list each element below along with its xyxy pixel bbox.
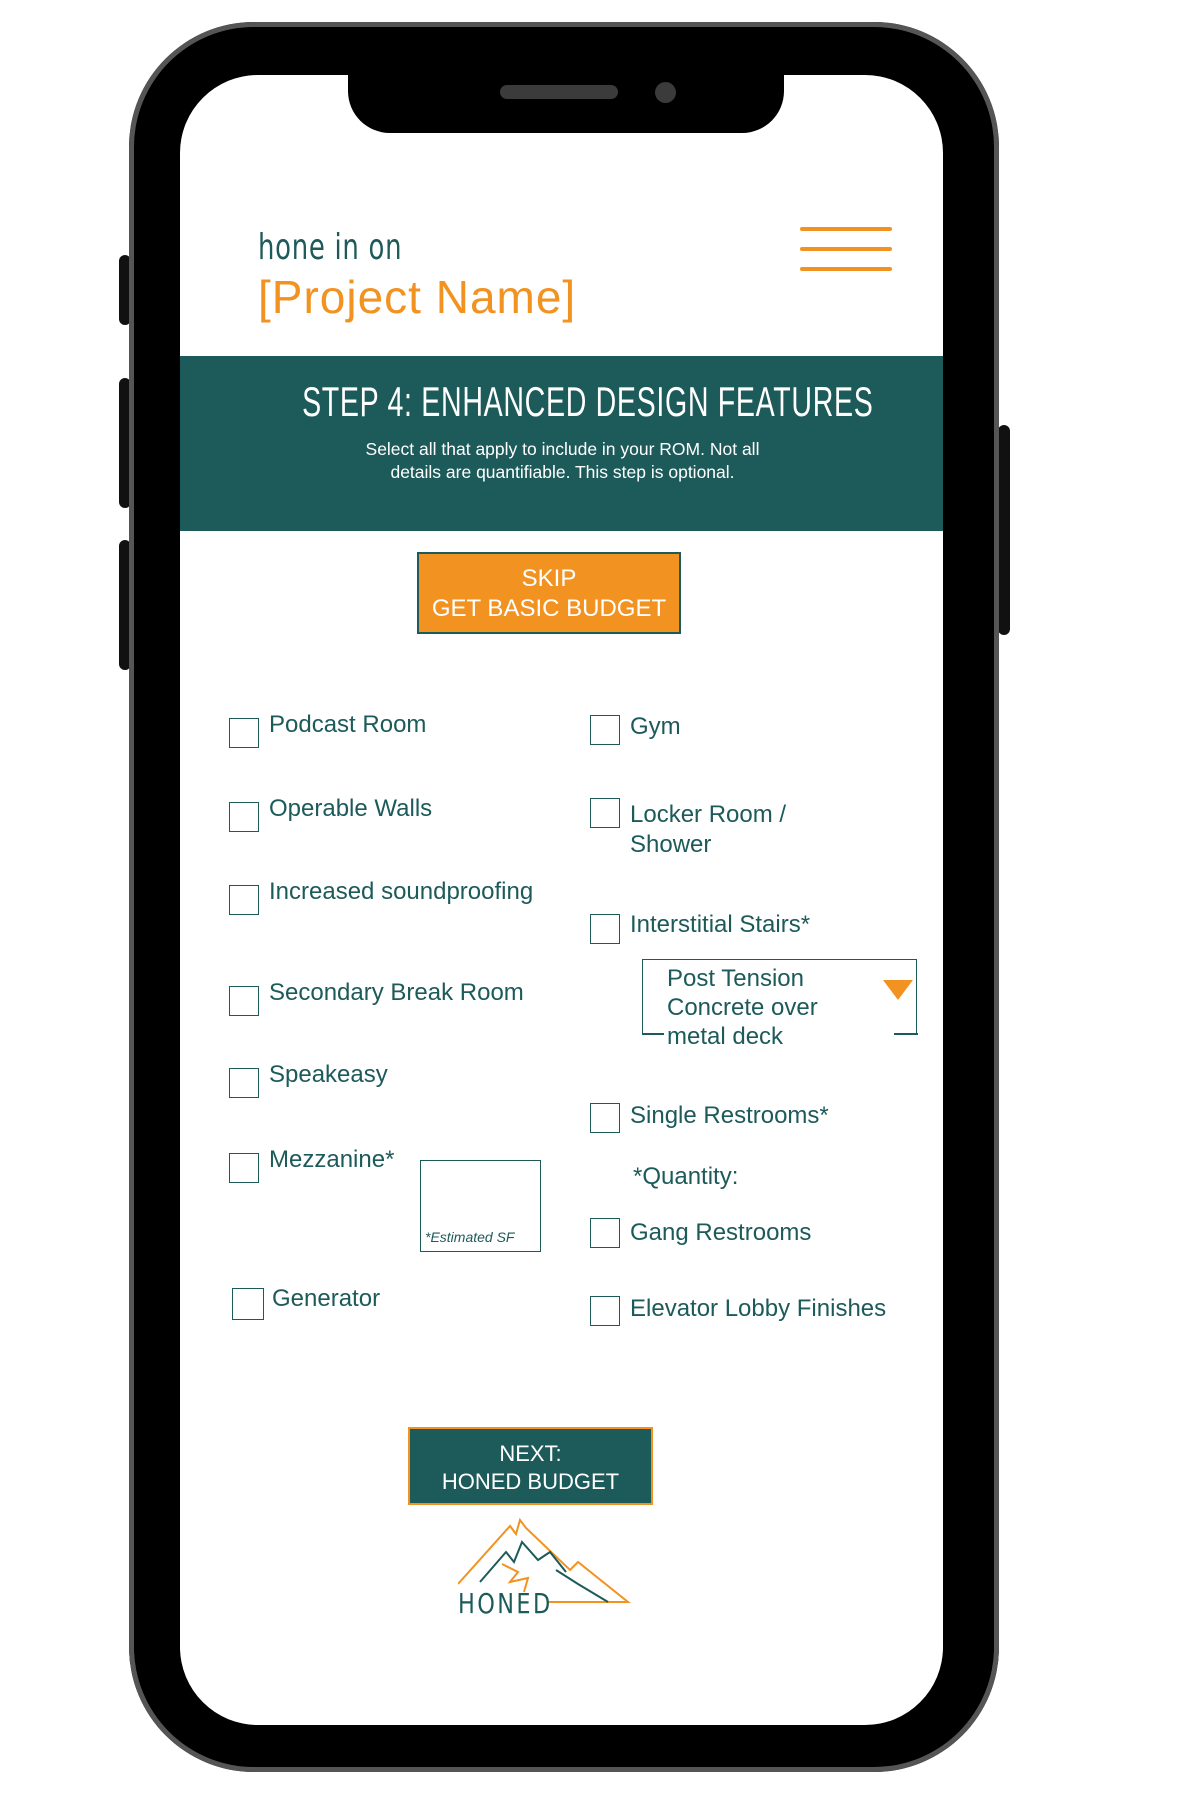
checkbox[interactable] — [229, 718, 259, 748]
dropdown-selected-value: Post Tension Concrete over metal deck — [667, 964, 867, 1051]
power-button — [998, 425, 1010, 635]
checkbox[interactable] — [590, 1296, 620, 1326]
option-label: Mezzanine* — [269, 1146, 395, 1173]
dropdown-arrow-icon — [883, 980, 913, 1000]
mezzanine-sf-input[interactable]: *Estimated SF — [420, 1160, 541, 1252]
front-camera — [655, 82, 676, 103]
checkbox[interactable] — [229, 986, 259, 1016]
option-label: Single Restrooms* — [630, 1102, 829, 1129]
next-button-line1: NEXT: — [499, 1441, 562, 1466]
step-title: STEP 4: ENHANCED DESIGN FEATURES — [302, 378, 874, 425]
skip-button-line2: GET BASIC BUDGET — [431, 595, 667, 622]
option-label: Interstitial Stairs* — [630, 911, 811, 938]
checkbox[interactable] — [229, 802, 259, 832]
next-button-line2: HONED BUDGET — [441, 1469, 620, 1494]
option-label: Secondary Break Room — [269, 979, 524, 1006]
option-label: Elevator Lobby Finishes — [630, 1295, 887, 1322]
option-label: Podcast Room — [269, 711, 427, 738]
checkbox[interactable] — [232, 1288, 264, 1320]
project-name: [Project Name] — [258, 271, 577, 323]
checkbox[interactable] — [590, 914, 620, 944]
option-label: Speakeasy — [269, 1061, 388, 1088]
skip-button-line1: SKIP — [521, 565, 577, 592]
stairs-type-dropdown[interactable]: Post Tension Concrete over metal deck — [641, 959, 918, 1051]
checkbox[interactable] — [590, 715, 620, 745]
checkbox[interactable] — [229, 1068, 259, 1098]
option-label: Generator — [272, 1285, 381, 1312]
checkbox[interactable] — [590, 1103, 620, 1133]
quantity-label: *Quantity: — [633, 1163, 739, 1190]
option-label: Increased soundproofing — [269, 878, 534, 905]
honed-logo-text: HONED — [458, 1587, 553, 1620]
option-label: Locker Room / Shower — [630, 801, 787, 858]
option-label: Gym — [630, 713, 681, 740]
checkbox[interactable] — [590, 798, 620, 828]
app-tagline: hone in on — [258, 227, 403, 268]
checkbox[interactable] — [229, 1153, 259, 1183]
step-banner: STEP 4: ENHANCED DESIGN FEATURES Select … — [180, 356, 943, 531]
skip-basic-budget-button[interactable]: SKIP GET BASIC BUDGET — [417, 552, 681, 634]
sf-placeholder: *Estimated SF — [425, 1229, 515, 1245]
option-label: Operable Walls — [269, 795, 433, 822]
step-description: Select all that apply to include in your… — [365, 439, 760, 482]
speaker-grille — [500, 85, 618, 99]
next-honed-budget-button[interactable]: NEXT: HONED BUDGET — [408, 1427, 653, 1505]
checkbox[interactable] — [590, 1218, 620, 1248]
phone-screen: hone in on [Project Name] STEP 4: ENHANC… — [180, 75, 943, 1725]
hamburger-menu-icon[interactable] — [800, 227, 892, 273]
checkbox[interactable] — [229, 885, 259, 915]
phone-notch — [348, 75, 784, 133]
option-label: Gang Restrooms — [630, 1219, 812, 1246]
